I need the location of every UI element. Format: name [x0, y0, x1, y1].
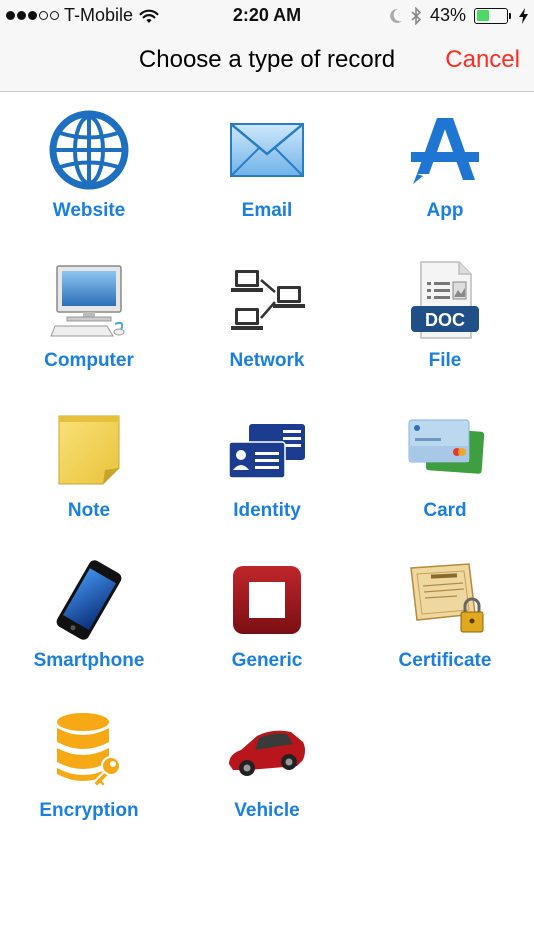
record-type-file[interactable]: DOC File [356, 242, 534, 392]
record-type-generic[interactable]: Generic [178, 542, 356, 692]
record-type-identity[interactable]: Identity [178, 392, 356, 542]
globe-icon [49, 110, 129, 190]
record-type-label: Smartphone [33, 650, 145, 671]
record-type-note[interactable]: Note [0, 392, 178, 542]
status-right: 43% [389, 5, 528, 26]
record-type-label: Vehicle [234, 800, 300, 821]
status-bar: T-Mobile 2:20 AM 43% [0, 0, 534, 30]
car-icon [227, 710, 307, 790]
doc-file-icon: DOC [405, 260, 485, 340]
smartphone-icon [49, 560, 129, 640]
database-key-icon [49, 710, 129, 790]
record-type-grid: Website Email App Computer Network DOC F… [0, 92, 534, 842]
record-type-label: App [426, 200, 464, 221]
battery-icon [474, 7, 511, 24]
record-type-website[interactable]: Website [0, 92, 178, 242]
generic-square-icon [227, 560, 307, 640]
record-type-card[interactable]: Card [356, 392, 534, 542]
record-type-label: Network [229, 350, 305, 371]
network-icon [227, 260, 307, 340]
record-type-label: Certificate [398, 650, 492, 671]
record-type-label: Card [423, 500, 467, 521]
cancel-button[interactable]: Cancel [445, 46, 520, 74]
record-type-label: File [428, 350, 462, 371]
certificate-lock-icon [405, 560, 485, 640]
envelope-icon [227, 110, 307, 190]
desktop-computer-icon [49, 260, 129, 340]
moon-icon [390, 8, 402, 23]
battery-percent: 43% [429, 5, 466, 25]
record-type-email[interactable]: Email [178, 92, 356, 242]
navigation-bar: Choose a type of record Cancel [0, 30, 534, 92]
svg-text:DOC: DOC [425, 310, 465, 330]
record-type-label: Email [241, 200, 293, 221]
record-type-label: Generic [231, 650, 303, 671]
sticky-note-icon [49, 410, 129, 490]
id-card-icon [227, 410, 307, 490]
record-type-computer[interactable]: Computer [0, 242, 178, 392]
record-type-certificate[interactable]: Certificate [356, 542, 534, 692]
record-type-label: Website [52, 200, 126, 221]
record-type-smartphone[interactable]: Smartphone [0, 542, 178, 692]
record-type-app[interactable]: App [356, 92, 534, 242]
record-type-label: Computer [44, 350, 134, 371]
credit-card-icon [405, 410, 485, 490]
record-type-vehicle[interactable]: Vehicle [178, 692, 356, 842]
app-store-icon [405, 110, 485, 190]
record-type-label: Note [67, 500, 111, 521]
record-type-encryption[interactable]: Encryption [0, 692, 178, 842]
bluetooth-icon [411, 6, 422, 25]
record-type-network[interactable]: Network [178, 242, 356, 392]
record-type-label: Identity [233, 500, 301, 521]
charging-bolt-icon [519, 7, 528, 24]
record-type-label: Encryption [39, 800, 139, 821]
